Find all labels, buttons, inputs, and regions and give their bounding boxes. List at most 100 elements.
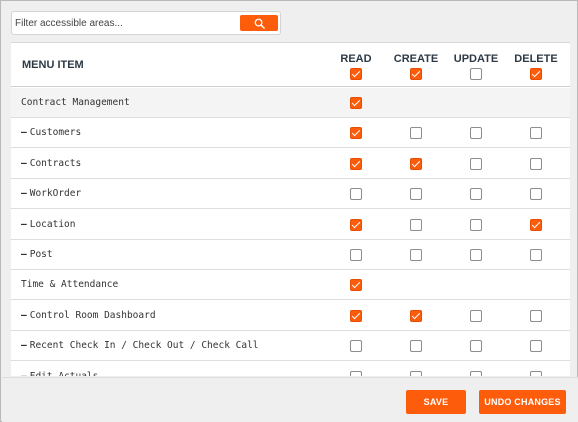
delete-checkbox[interactable] [530,340,542,353]
read-checkbox[interactable] [350,127,362,140]
search-button[interactable] [240,15,278,31]
delete-cell [506,127,566,140]
delete-cell [506,157,566,170]
permissions-panel: MENU ITEM READ CREATE UPDATE DELETE Cont… [0,0,578,422]
create-cell [386,340,446,353]
create-checkbox[interactable] [410,127,422,140]
create-checkbox[interactable] [410,309,422,322]
dash-icon: – [21,249,27,260]
delete-checkbox[interactable] [530,370,542,376]
read-cell [326,188,386,201]
row-label-text: Edit Actuals [30,371,99,376]
table-row: – Control Room Dashboard [11,301,570,331]
read-checkbox[interactable] [350,309,362,322]
dash-icon: – [21,157,27,169]
read-cell [326,218,386,231]
read-cell [326,127,386,140]
read-cell [326,157,386,170]
update-header-label: UPDATE [453,53,499,65]
create-checkbox[interactable] [410,370,422,376]
update-cell [446,218,506,231]
create-cell [386,188,446,201]
update-cell [446,309,506,322]
create-all-checkbox[interactable] [410,68,422,80]
update-checkbox[interactable] [470,340,482,353]
delete-checkbox[interactable] [530,249,542,261]
create-cell [386,157,446,170]
update-checkbox[interactable] [470,157,482,170]
create-cell [386,309,446,322]
update-cell [446,340,506,353]
delete-header-label: DELETE [514,53,558,65]
row-label-text: Contract Management [21,97,130,108]
create-checkbox[interactable] [410,218,422,231]
delete-cell [506,218,566,231]
row-label: –Edit Actuals [21,371,98,376]
update-checkbox[interactable] [470,370,482,376]
delete-all-checkbox[interactable] [530,68,542,80]
delete-checkbox[interactable] [530,218,542,231]
group-row: Contract Management [11,88,570,118]
create-cell [386,249,446,261]
footer-bar: SAVE UNDO CHANGES [2,377,578,422]
update-cell [446,249,506,261]
row-label: – Customers [21,127,81,138]
update-checkbox[interactable] [470,309,482,322]
read-checkbox[interactable] [350,249,362,261]
read-cell [326,309,386,322]
row-label-text: Time & Attendance [21,279,119,291]
read-checkbox[interactable] [350,370,362,376]
delete-checkbox[interactable] [530,157,542,170]
read-column-header: READ [326,53,386,80]
dash-icon: – [21,309,27,321]
row-label: Time & Attendance [21,279,118,290]
update-checkbox[interactable] [470,249,482,261]
read-checkbox[interactable] [350,340,362,353]
search-icon [254,18,265,29]
menu-item-header: MENU ITEM [22,59,84,71]
update-column-header: UPDATE [446,53,506,80]
read-cell [326,97,386,109]
dash-icon: – [21,218,27,230]
table-header: MENU ITEM READ CREATE UPDATE DELETE [11,43,570,87]
update-checkbox[interactable] [470,218,482,231]
delete-checkbox[interactable] [530,188,542,201]
read-cell [326,249,386,261]
read-cell [326,340,386,353]
delete-cell [506,188,566,201]
dash-icon: – [21,340,27,352]
table-row: – Recent Check In / Check Out / Check Cal… [11,331,570,362]
read-cell [326,279,386,292]
table-row: – Post [11,240,570,270]
search-input[interactable] [15,15,235,32]
update-checkbox[interactable] [470,127,482,140]
update-cell [446,157,506,170]
delete-column-header: DELETE [506,53,566,80]
undo-changes-button[interactable]: UNDO CHANGES [479,390,566,414]
row-label: – Contracts [21,158,81,169]
row-label-text: Location [29,218,76,230]
read-checkbox[interactable] [350,97,362,109]
table-row: – Location [11,210,570,240]
create-checkbox[interactable] [410,249,422,261]
create-header-label: CREATE [393,53,439,65]
dash-icon: – [21,188,27,200]
read-checkbox[interactable] [350,218,362,231]
permissions-table: MENU ITEM READ CREATE UPDATE DELETE Cont… [11,42,570,376]
create-checkbox[interactable] [410,340,422,353]
update-all-checkbox[interactable] [470,68,482,80]
read-checkbox[interactable] [350,279,362,292]
delete-checkbox[interactable] [530,127,542,140]
read-checkbox[interactable] [350,157,362,170]
update-checkbox[interactable] [470,188,482,201]
read-cell [326,370,386,376]
row-label: – Location [21,219,76,230]
create-checkbox[interactable] [410,188,422,201]
row-label: – Recent Check In / Check Out / Check Cal… [21,340,259,351]
read-checkbox[interactable] [350,188,362,201]
read-all-checkbox[interactable] [350,68,362,80]
create-checkbox[interactable] [410,157,422,170]
delete-checkbox[interactable] [530,309,542,322]
save-button[interactable]: SAVE [406,390,466,414]
create-cell [386,127,446,140]
